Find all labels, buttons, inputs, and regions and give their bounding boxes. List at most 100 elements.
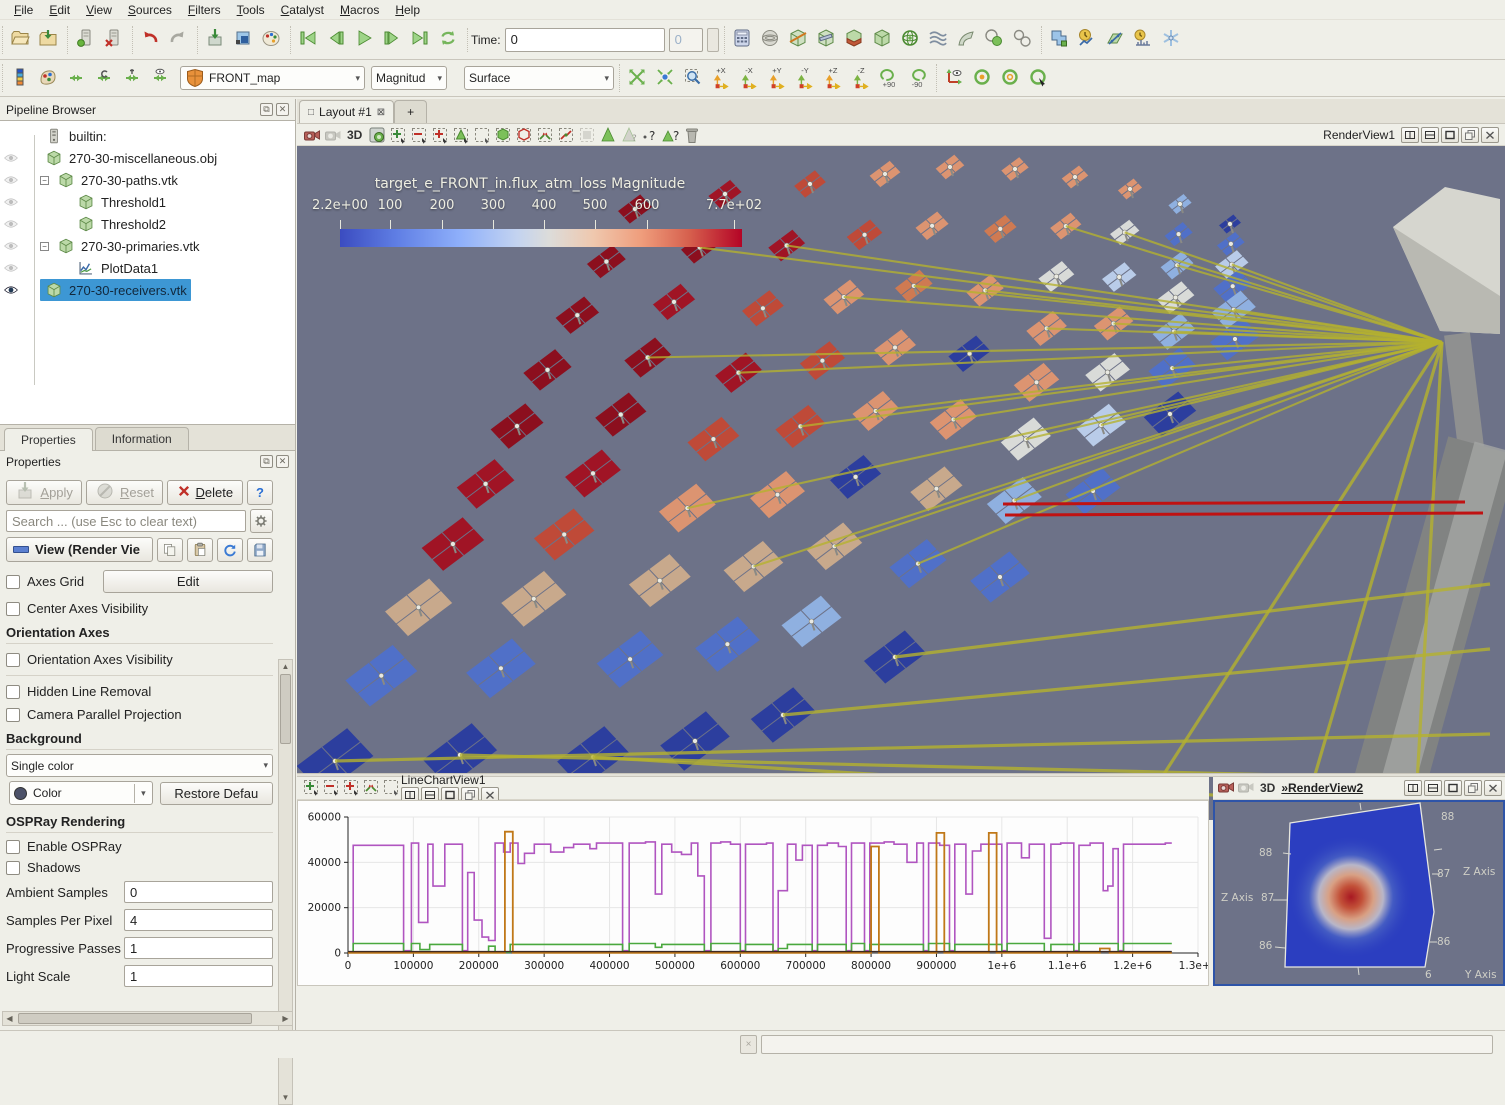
menu-edit[interactable]: Edit	[41, 1, 78, 19]
camera-parallel-projection-checkbox[interactable]	[6, 708, 20, 722]
search-options-button[interactable]	[250, 509, 273, 533]
representation-combo[interactable]: Surface▾	[464, 66, 614, 90]
menu-catalyst[interactable]: Catalyst	[273, 1, 332, 19]
redo-button[interactable]	[164, 26, 192, 54]
tree-collapse-icon[interactable]: −	[40, 176, 49, 185]
menu-filters[interactable]: Filters	[180, 1, 229, 19]
render-view-1[interactable]: target_e_FRONT_in.flux_atm_loss Magnitud…	[297, 146, 1505, 820]
zoom-to-data-button[interactable]	[651, 64, 679, 92]
undock-icon[interactable]: ⧉	[260, 455, 273, 468]
tree-collapse-icon[interactable]: −	[40, 242, 49, 251]
calculator-button[interactable]	[728, 26, 756, 54]
hover-cells-icon[interactable]	[555, 125, 576, 144]
link-camera-icon[interactable]	[1236, 777, 1256, 800]
set-view-minus-x-button[interactable]: -X	[735, 64, 763, 92]
colormap-combo[interactable]: FRONT_map▾	[180, 66, 365, 90]
first-frame-button[interactable]	[294, 26, 322, 54]
chart-clear-icon[interactable]	[381, 777, 401, 800]
rotate-90-ccw-button[interactable]: -90	[903, 64, 931, 92]
visibility-eye-icon[interactable]	[0, 196, 22, 208]
visibility-eye-icon[interactable]	[0, 152, 22, 164]
loop-button[interactable]	[434, 26, 462, 54]
visibility-eye-icon[interactable]	[0, 240, 22, 252]
select-frustum-cells-icon[interactable]	[429, 125, 450, 144]
stream-tracer-button[interactable]	[924, 26, 952, 54]
menu-tools[interactable]: Tools	[229, 1, 273, 19]
scroll-right-arrow[interactable]: ▶	[279, 1014, 292, 1023]
undock-icon[interactable]: ⧉	[260, 103, 273, 116]
interpolate-to-quadrature-button[interactable]	[1157, 26, 1185, 54]
open-file-button[interactable]	[6, 26, 34, 54]
extract-selection-button[interactable]	[1045, 26, 1073, 54]
select-points-through-icon[interactable]	[471, 125, 492, 144]
abort-icon[interactable]: ×	[740, 1035, 757, 1054]
warp-by-vector-button[interactable]	[952, 26, 980, 54]
set-view-minus-z-button[interactable]: -Z	[847, 64, 875, 92]
last-frame-button[interactable]	[406, 26, 434, 54]
rotate-camera-button[interactable]	[1024, 64, 1052, 92]
save-camera-icon[interactable]	[301, 125, 322, 144]
save-camera-icon[interactable]	[1216, 777, 1236, 800]
reset-center-button[interactable]	[968, 64, 996, 92]
array-combo[interactable]: Magnitud▾	[371, 66, 447, 90]
tab-information[interactable]: Information	[95, 427, 189, 450]
properties-horizontal-scrollbar[interactable]: ◀ ▶	[2, 1011, 293, 1026]
select-block-icon[interactable]	[492, 125, 513, 144]
set-view-plus-x-button[interactable]: +X	[707, 64, 735, 92]
rescale-to-data-range-button[interactable]	[62, 64, 90, 92]
set-view-plus-y-button[interactable]: +Y	[763, 64, 791, 92]
plot-selection-over-time-button[interactable]	[1073, 26, 1101, 54]
close-view-button[interactable]	[1484, 780, 1502, 796]
menu-view[interactable]: View	[78, 1, 120, 19]
clip-button[interactable]	[784, 26, 812, 54]
visibility-eye-icon[interactable]	[0, 218, 22, 230]
reload-properties-button[interactable]	[217, 538, 243, 562]
frame-spinner[interactable]	[707, 28, 719, 52]
progressive-passes-input[interactable]	[124, 937, 273, 959]
hover-points-query-icon[interactable]: ?	[639, 125, 660, 144]
pipeline-item-plotdata1[interactable]: PlotData1	[0, 257, 295, 279]
split-horizontal-view-button[interactable]	[1404, 780, 1422, 796]
clear-selection-icon[interactable]	[681, 125, 702, 144]
disconnect-server-button[interactable]	[99, 26, 127, 54]
center-axes-checkbox[interactable]	[6, 602, 20, 616]
chart-deselect-icon[interactable]	[321, 777, 341, 800]
paste-properties-button[interactable]	[187, 538, 213, 562]
pipeline-item-270-30-paths-vtk[interactable]: −270-30-paths.vtk	[0, 169, 295, 191]
select-cells-on-icon[interactable]	[387, 125, 408, 144]
view-properties-combo[interactable]: View (Render Vie	[6, 537, 153, 562]
grow-selection-icon[interactable]	[576, 125, 597, 144]
chart-select-rect-icon[interactable]	[301, 777, 321, 800]
restore-default-color-button[interactable]: Restore Defau	[160, 782, 273, 805]
save-defaults-button[interactable]	[247, 538, 273, 562]
frame-input[interactable]	[669, 28, 703, 52]
toggle-color-legend-button[interactable]	[6, 64, 34, 92]
background-color-button[interactable]: Color▾	[9, 781, 153, 805]
toggle-interaction-mode[interactable]: 3D	[343, 128, 366, 142]
visibility-eye-icon[interactable]	[0, 284, 22, 296]
add-layout-tab[interactable]: +	[394, 100, 427, 123]
rescale-to-visible-range-button[interactable]	[146, 64, 174, 92]
close-icon[interactable]: ✕	[276, 455, 289, 468]
background-mode-combo[interactable]: Single color▾	[6, 754, 273, 777]
plot-over-line-button[interactable]	[1101, 26, 1129, 54]
delete-button[interactable]: Delete	[167, 480, 243, 505]
split-horizontal-view-button[interactable]	[1401, 127, 1419, 143]
scroll-up-arrow[interactable]: ▲	[279, 660, 292, 673]
slice-button[interactable]	[812, 26, 840, 54]
link-camera-icon[interactable]	[322, 125, 343, 144]
play-button[interactable]	[350, 26, 378, 54]
faded-cone-icon[interactable]: ?	[618, 125, 639, 144]
edit-color-map-button[interactable]	[34, 64, 62, 92]
capture-icon[interactable]	[366, 125, 387, 144]
axes-grid-edit-button[interactable]: Edit	[103, 570, 273, 593]
close-icon[interactable]: ✕	[276, 103, 289, 116]
enable-ospray-checkbox[interactable]	[6, 840, 20, 854]
auto-apply-button[interactable]	[201, 26, 229, 54]
line-chart-view[interactable]: 0200004000060000010000020000030000040000…	[297, 800, 1209, 986]
menu-file[interactable]: File	[6, 1, 41, 19]
pipeline-item-270-30-primaries-vtk[interactable]: −270-30-primaries.vtk	[0, 235, 295, 257]
time-input[interactable]	[505, 28, 665, 52]
pipeline-item-builtin-[interactable]: builtin:	[0, 125, 295, 147]
pipeline-item-threshold2[interactable]: Threshold2	[0, 213, 295, 235]
